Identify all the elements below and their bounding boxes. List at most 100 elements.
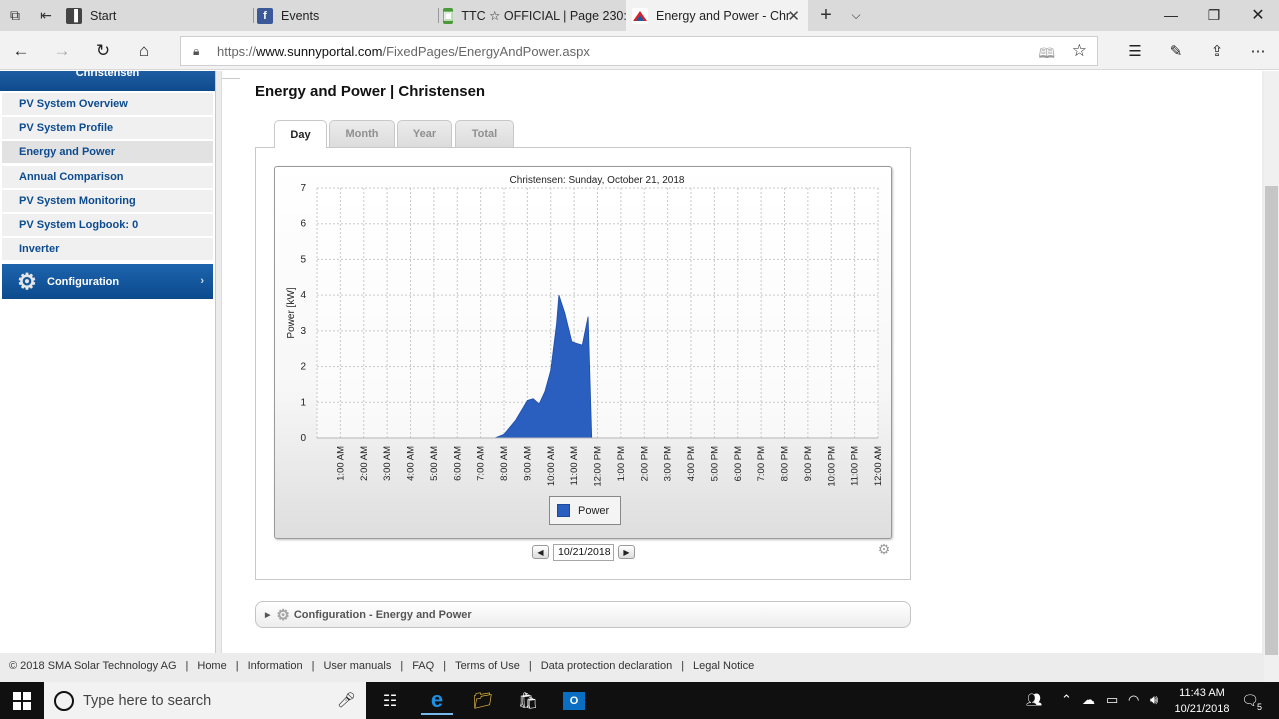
- footer-link-faq[interactable]: FAQ: [412, 660, 434, 672]
- tab-total[interactable]: Total: [455, 120, 514, 147]
- network-icon[interactable]: ▭: [1106, 692, 1118, 708]
- new-tab-icon[interactable]: +: [817, 4, 835, 26]
- footer-link-user-manuals[interactable]: User manuals: [323, 660, 391, 672]
- lock-icon: 🔒︎: [193, 43, 200, 58]
- set-tabs-aside-icon[interactable]: ⇤: [37, 6, 55, 24]
- previous-day-button[interactable]: ◀: [532, 545, 549, 559]
- y-tick-label: 6: [300, 219, 306, 230]
- sidebar-item-pv-system-profile[interactable]: PV System Profile: [2, 117, 213, 140]
- facebook-icon: f: [257, 7, 273, 24]
- tab-label: Start: [90, 8, 117, 23]
- x-tick-label: 9:00 PM: [803, 446, 814, 481]
- taskbar-search-box[interactable]: Type here to search 🎤︎: [44, 682, 366, 719]
- tab-ttc-forum[interactable]: ▣ TTC ☆ OFFICIAL | Page 230:: [443, 0, 627, 31]
- task-view-icon[interactable]: ☷: [374, 686, 406, 715]
- outlook-icon[interactable]: O: [558, 686, 590, 715]
- sidebar: Christensen PV System Overview PV System…: [0, 71, 216, 653]
- sidebar-item-pv-system-overview[interactable]: PV System Overview: [2, 93, 213, 116]
- tab-start[interactable]: ▐ Start: [66, 0, 253, 31]
- favorite-star-icon[interactable]: ☆: [1072, 41, 1087, 61]
- footer-link-home[interactable]: Home: [197, 660, 226, 672]
- window-close-icon[interactable]: ✕: [1248, 5, 1268, 25]
- home-icon[interactable]: ⌂: [133, 40, 155, 62]
- back-icon[interactable]: ←: [10, 40, 32, 62]
- x-tick-label: 1:00 AM: [335, 446, 346, 481]
- tab-label: Energy and Power - Chr: [656, 8, 791, 23]
- chart-settings-gear-icon[interactable]: ⚙: [875, 540, 893, 558]
- file-explorer-icon[interactable]: 📁︎: [467, 686, 499, 715]
- legend-label-power: Power: [578, 504, 610, 517]
- search-placeholder: Type here to search: [83, 692, 212, 709]
- onedrive-cloud-icon[interactable]: ☁: [1082, 692, 1095, 708]
- minimize-icon[interactable]: —: [1161, 5, 1181, 25]
- sidebar-item-pv-system-logbook[interactable]: PV System Logbook: 0: [2, 214, 213, 237]
- favorites-hub-icon[interactable]: ☰: [1124, 40, 1146, 62]
- x-tick-label: 9:00 AM: [522, 446, 533, 481]
- y-tick-label: 5: [300, 254, 306, 265]
- tab-energy-and-power[interactable]: Energy and Power - Chr ✕: [626, 0, 808, 31]
- y-axis-label: Power [kW]: [286, 287, 297, 338]
- reading-view-icon[interactable]: 🕮︎: [1038, 43, 1055, 67]
- x-tick-label: 6:00 AM: [452, 446, 463, 481]
- date-field[interactable]: [553, 543, 614, 561]
- web-note-icon[interactable]: ✎: [1165, 40, 1187, 62]
- x-tick-label: 4:00 AM: [406, 446, 417, 481]
- tab-events[interactable]: f Events: [257, 0, 437, 31]
- close-tab-icon[interactable]: ✕: [787, 7, 800, 25]
- share-icon[interactable]: ⇪: [1206, 40, 1228, 62]
- sidebar-item-inverter[interactable]: Inverter: [2, 238, 213, 261]
- more-options-icon[interactable]: ⋯: [1247, 40, 1269, 62]
- edge-browser-icon[interactable]: e: [421, 686, 453, 715]
- x-tick-label: 3:00 AM: [382, 446, 393, 481]
- forum-icon: ▣: [443, 7, 454, 24]
- sidebar-configuration-button[interactable]: ⚙ Configuration ›: [2, 264, 213, 299]
- chart-title: Christensen: Sunday, October 21, 2018: [510, 175, 685, 186]
- tab-month[interactable]: Month: [329, 120, 395, 147]
- tab-day[interactable]: Day: [274, 120, 327, 148]
- configuration-section-label: Configuration - Energy and Power: [293, 608, 472, 621]
- tab-label: TTC ☆ OFFICIAL | Page 230:: [461, 9, 627, 23]
- configuration-energy-and-power-section[interactable]: ▶ ⚙ Configuration - Energy and Power: [255, 601, 911, 628]
- tab-year[interactable]: Year: [397, 120, 452, 147]
- microphone-icon[interactable]: 🎤︎: [337, 691, 356, 709]
- y-tick-label: 2: [300, 362, 306, 373]
- chart-panel: 0 1 2 3 4 5 6 7 1:00 AM 2:00 AM 3:00 AM 4:00 AM 5:00…: [255, 147, 911, 580]
- tab-manager-icon[interactable]: ⧉: [6, 6, 24, 24]
- footer-link-information[interactable]: Information: [248, 660, 303, 672]
- volume-icon[interactable]: 🔊︎: [1150, 692, 1158, 708]
- expand-arrow-icon: ▶: [265, 611, 271, 619]
- footer-link-terms-of-use[interactable]: Terms of Use: [455, 660, 520, 672]
- x-tick-label: 11:00 PM: [850, 446, 861, 486]
- y-tick-label: 1: [300, 397, 306, 408]
- x-tick-label: 8:00 AM: [499, 446, 510, 481]
- restore-icon[interactable]: ❐: [1204, 5, 1224, 25]
- footer-link-legal-notice[interactable]: Legal Notice: [693, 660, 754, 672]
- tab-preview-chevron-icon[interactable]: ⌵: [847, 6, 865, 24]
- windows-logo-icon: [13, 691, 31, 710]
- x-tick-label: 4:00 PM: [686, 446, 697, 481]
- sidebar-item-energy-and-power[interactable]: Energy and Power: [2, 141, 213, 164]
- scrollbar-thumb[interactable]: [1265, 186, 1278, 655]
- next-day-button[interactable]: ▶: [618, 545, 635, 559]
- x-tick-label: 2:00 PM: [639, 446, 650, 481]
- wifi-icon[interactable]: ◠: [1128, 692, 1139, 708]
- start-button[interactable]: [0, 682, 44, 719]
- show-hidden-icons-chevron-icon[interactable]: ⌃: [1061, 692, 1072, 708]
- sidebar-configuration-label: Configuration: [47, 275, 120, 288]
- address-bar[interactable]: 🔒︎ https://www.sunnyportal.com/FixedPage…: [180, 36, 1098, 66]
- page-scrollbar[interactable]: [1264, 71, 1279, 682]
- x-tick-label: 3:00 PM: [663, 446, 674, 481]
- action-center-icon[interactable]: 🗨︎ 5: [1240, 690, 1262, 713]
- system-clock[interactable]: 11:43 AM 10/21/2018: [1166, 685, 1238, 717]
- footer-link-data-protection[interactable]: Data protection declaration: [541, 660, 672, 672]
- sunnyportal-icon: [632, 7, 648, 24]
- y-tick-label: 4: [300, 290, 306, 301]
- sidebar-item-pv-system-monitoring[interactable]: PV System Monitoring: [2, 190, 213, 213]
- x-tick-label: 5:00 PM: [709, 446, 720, 481]
- store-icon[interactable]: 🛍︎: [512, 686, 544, 715]
- sidebar-item-annual-comparison[interactable]: Annual Comparison: [2, 166, 213, 189]
- date-navigator: ◀ ▶: [532, 543, 635, 561]
- refresh-icon[interactable]: ↻: [92, 40, 114, 62]
- forward-icon[interactable]: →: [51, 40, 73, 62]
- people-icon[interactable]: 👥︎: [1026, 692, 1043, 708]
